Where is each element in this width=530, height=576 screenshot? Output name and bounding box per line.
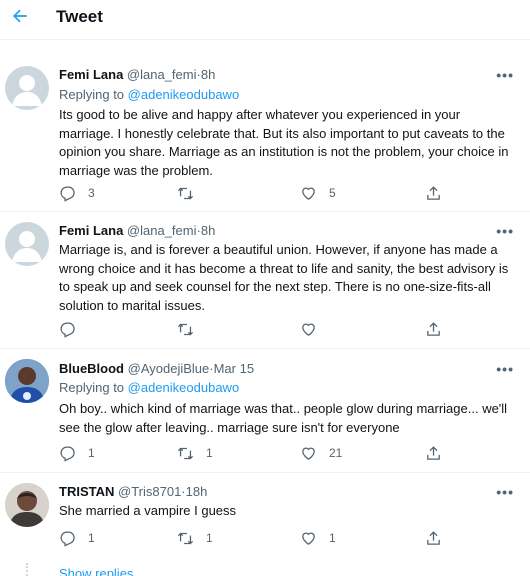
reply-count: 3 bbox=[88, 186, 95, 200]
like-icon bbox=[302, 532, 315, 545]
avatar[interactable] bbox=[5, 66, 49, 110]
share-icon bbox=[427, 530, 440, 545]
tweet-author-handle[interactable]: @AyodejiBlue bbox=[128, 361, 210, 376]
replying-to-mention[interactable]: @adenikeodubawo bbox=[128, 87, 240, 102]
retweet-icon bbox=[177, 532, 194, 544]
tweet-text: Oh boy.. which kind of marriage was that… bbox=[59, 401, 508, 435]
reply-button[interactable] bbox=[59, 319, 98, 339]
tweet-author-handle[interactable]: @lana_femi bbox=[127, 223, 197, 238]
retweet-icon bbox=[177, 187, 194, 199]
tweet-actions bbox=[59, 319, 459, 339]
like-button[interactable] bbox=[300, 319, 339, 339]
retweet-button[interactable]: 1 bbox=[177, 443, 216, 463]
retweet-button[interactable] bbox=[177, 183, 216, 203]
tweet-actions: 1 1 1 bbox=[59, 528, 459, 548]
tweet-author-name[interactable]: TRISTAN bbox=[59, 484, 114, 499]
retweet-button[interactable]: 1 bbox=[177, 528, 216, 548]
reply-icon bbox=[60, 185, 75, 202]
like-icon bbox=[302, 447, 315, 460]
share-button[interactable] bbox=[425, 183, 442, 203]
retweet-count: 1 bbox=[206, 531, 213, 545]
replying-to: Replying to @adenikeodubawo bbox=[59, 379, 239, 396]
reply-button[interactable]: 1 bbox=[59, 443, 98, 463]
share-icon bbox=[427, 445, 440, 460]
avatar[interactable] bbox=[5, 222, 49, 266]
page-title: Tweet bbox=[56, 7, 103, 26]
reply-count: 1 bbox=[88, 446, 95, 460]
tweet-text: She married a vampire I guess bbox=[59, 503, 237, 518]
tweet-author-name[interactable]: Femi Lana bbox=[59, 67, 123, 82]
retweet-button[interactable] bbox=[177, 319, 216, 339]
reply-button[interactable]: 3 bbox=[59, 183, 98, 203]
avatar[interactable] bbox=[5, 359, 49, 403]
share-icon bbox=[427, 185, 440, 200]
tweet-actions: 3 5 bbox=[59, 183, 459, 203]
like-button[interactable]: 5 bbox=[300, 183, 339, 203]
tweet-text: Its good to be alive and happy after wha… bbox=[59, 107, 509, 178]
back-arrow-icon[interactable] bbox=[8, 4, 32, 28]
like-button[interactable]: 1 bbox=[300, 528, 339, 548]
tweet[interactable]: TRISTAN @Tris8701·18h ••• She married a … bbox=[0, 473, 530, 576]
tweet-author-handle[interactable]: @Tris8701 bbox=[118, 484, 181, 499]
more-icon[interactable]: ••• bbox=[496, 68, 514, 82]
share-button[interactable] bbox=[425, 528, 442, 548]
replying-to-mention[interactable]: @adenikeodubawo bbox=[128, 380, 240, 395]
more-icon[interactable]: ••• bbox=[496, 224, 514, 238]
tweet[interactable]: Femi Lana @lana_femi·8h ••• Replying to … bbox=[0, 41, 530, 212]
avatar[interactable] bbox=[5, 483, 49, 527]
retweet-count: 1 bbox=[206, 446, 213, 460]
share-button[interactable] bbox=[425, 443, 442, 463]
retweet-icon bbox=[177, 323, 194, 335]
tweet[interactable]: Femi Lana @lana_femi·8h ••• Marriage is,… bbox=[0, 212, 530, 349]
replying-prefix: Replying to bbox=[59, 87, 125, 102]
page-header: Tweet bbox=[0, 0, 530, 40]
tweet-actions: 1 1 21 bbox=[59, 443, 459, 463]
like-button[interactable]: 21 bbox=[300, 443, 342, 463]
tweet-time[interactable]: 18h bbox=[186, 484, 208, 499]
more-icon[interactable]: ••• bbox=[496, 485, 514, 499]
tweet-time[interactable]: 8h bbox=[201, 67, 215, 82]
reply-icon bbox=[60, 321, 75, 338]
tweet-author-handle[interactable]: @lana_femi bbox=[127, 67, 197, 82]
retweet-icon bbox=[177, 447, 194, 459]
share-icon bbox=[427, 321, 440, 336]
like-count: 5 bbox=[329, 186, 336, 200]
like-count: 21 bbox=[329, 446, 343, 460]
like-icon bbox=[302, 187, 315, 200]
tweet-time[interactable]: Mar 15 bbox=[214, 361, 254, 376]
tweet[interactable]: BlueBlood @AyodejiBlue·Mar 15 ••• Replyi… bbox=[0, 349, 530, 473]
tweet-text: Marriage is, and is forever a beautiful … bbox=[59, 242, 509, 313]
show-replies-link[interactable]: Show replies bbox=[59, 566, 133, 576]
share-button[interactable] bbox=[425, 319, 442, 339]
thread-connector bbox=[26, 563, 28, 576]
like-icon bbox=[302, 323, 315, 336]
like-count: 1 bbox=[329, 531, 336, 545]
reply-icon bbox=[60, 445, 75, 462]
reply-count: 1 bbox=[88, 531, 95, 545]
replying-to: Replying to @adenikeodubawo bbox=[59, 86, 239, 103]
reply-icon bbox=[60, 530, 75, 547]
more-icon[interactable]: ••• bbox=[496, 362, 514, 376]
tweet-author-name[interactable]: BlueBlood bbox=[59, 361, 124, 376]
reply-button[interactable]: 1 bbox=[59, 528, 98, 548]
tweet-time[interactable]: 8h bbox=[201, 223, 215, 238]
replying-prefix: Replying to bbox=[59, 380, 125, 395]
tweet-author-name[interactable]: Femi Lana bbox=[59, 223, 123, 238]
